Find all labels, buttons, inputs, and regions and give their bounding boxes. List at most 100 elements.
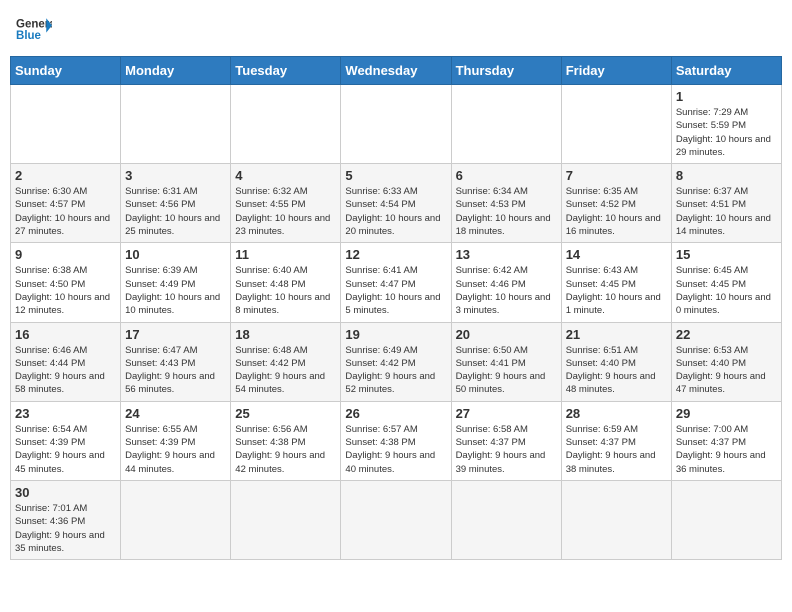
day-number: 25 bbox=[235, 406, 336, 421]
calendar-cell: 5 Sunrise: 6:33 AM Sunset: 4:54 PM Daylig… bbox=[341, 164, 451, 243]
calendar-cell: 17 Sunrise: 6:47 AM Sunset: 4:43 PM Dayli… bbox=[121, 322, 231, 401]
day-info: Sunrise: 6:32 AM Sunset: 4:55 PM Dayligh… bbox=[235, 185, 336, 238]
day-number: 7 bbox=[566, 168, 667, 183]
day-number: 20 bbox=[456, 327, 557, 342]
day-info: Sunrise: 6:48 AM Sunset: 4:42 PM Dayligh… bbox=[235, 344, 336, 397]
day-info: Sunrise: 6:33 AM Sunset: 4:54 PM Dayligh… bbox=[345, 185, 446, 238]
day-number: 27 bbox=[456, 406, 557, 421]
calendar-cell: 14 Sunrise: 6:43 AM Sunset: 4:45 PM Dayli… bbox=[561, 243, 671, 322]
day-number: 14 bbox=[566, 247, 667, 262]
header: General Blue bbox=[10, 10, 782, 48]
calendar-week-4: 16Sunrise: 6:46 AM Sunset: 4:44 PM Dayli… bbox=[11, 322, 782, 401]
calendar-week-1: 1 Sunrise: 7:29 AM Sunset: 5:59 PM Daylig… bbox=[11, 85, 782, 164]
calendar: SundayMondayTuesdayWednesdayThursdayFrid… bbox=[10, 56, 782, 560]
calendar-week-5: 23Sunrise: 6:54 AM Sunset: 4:39 PM Dayli… bbox=[11, 401, 782, 480]
calendar-cell bbox=[341, 85, 451, 164]
day-info: Sunrise: 7:29 AM Sunset: 5:59 PM Dayligh… bbox=[676, 106, 777, 159]
day-number: 9 bbox=[15, 247, 116, 262]
day-info: Sunrise: 6:39 AM Sunset: 4:49 PM Dayligh… bbox=[125, 264, 226, 317]
calendar-cell: 7 Sunrise: 6:35 AM Sunset: 4:52 PM Daylig… bbox=[561, 164, 671, 243]
calendar-cell bbox=[121, 85, 231, 164]
day-number: 5 bbox=[345, 168, 446, 183]
day-number: 29 bbox=[676, 406, 777, 421]
day-info: Sunrise: 6:56 AM Sunset: 4:38 PM Dayligh… bbox=[235, 423, 336, 476]
calendar-cell: 21 Sunrise: 6:51 AM Sunset: 4:40 PM Dayli… bbox=[561, 322, 671, 401]
calendar-cell: 12Sunrise: 6:41 AM Sunset: 4:47 PM Dayli… bbox=[341, 243, 451, 322]
day-number: 26 bbox=[345, 406, 446, 421]
day-number: 18 bbox=[235, 327, 336, 342]
day-header-tuesday: Tuesday bbox=[231, 57, 341, 85]
day-number: 10 bbox=[125, 247, 226, 262]
day-number: 21 bbox=[566, 327, 667, 342]
calendar-cell bbox=[231, 480, 341, 559]
day-number: 28 bbox=[566, 406, 667, 421]
day-info: Sunrise: 7:00 AM Sunset: 4:37 PM Dayligh… bbox=[676, 423, 777, 476]
calendar-cell bbox=[121, 480, 231, 559]
day-header-sunday: Sunday bbox=[11, 57, 121, 85]
day-info: Sunrise: 6:50 AM Sunset: 4:41 PM Dayligh… bbox=[456, 344, 557, 397]
calendar-cell: 4 Sunrise: 6:32 AM Sunset: 4:55 PM Daylig… bbox=[231, 164, 341, 243]
day-info: Sunrise: 6:51 AM Sunset: 4:40 PM Dayligh… bbox=[566, 344, 667, 397]
calendar-cell: 18 Sunrise: 6:48 AM Sunset: 4:42 PM Dayli… bbox=[231, 322, 341, 401]
day-number: 17 bbox=[125, 327, 226, 342]
calendar-week-2: 2 Sunrise: 6:30 AM Sunset: 4:57 PM Daylig… bbox=[11, 164, 782, 243]
calendar-cell bbox=[451, 480, 561, 559]
day-info: Sunrise: 6:53 AM Sunset: 4:40 PM Dayligh… bbox=[676, 344, 777, 397]
day-info: Sunrise: 6:47 AM Sunset: 4:43 PM Dayligh… bbox=[125, 344, 226, 397]
day-number: 2 bbox=[15, 168, 116, 183]
calendar-cell: 28 Sunrise: 6:59 AM Sunset: 4:37 PM Dayli… bbox=[561, 401, 671, 480]
calendar-cell bbox=[561, 480, 671, 559]
calendar-cell: 2 Sunrise: 6:30 AM Sunset: 4:57 PM Daylig… bbox=[11, 164, 121, 243]
day-info: Sunrise: 6:38 AM Sunset: 4:50 PM Dayligh… bbox=[15, 264, 116, 317]
day-info: Sunrise: 6:46 AM Sunset: 4:44 PM Dayligh… bbox=[15, 344, 116, 397]
day-info: Sunrise: 6:54 AM Sunset: 4:39 PM Dayligh… bbox=[15, 423, 116, 476]
calendar-cell: 11 Sunrise: 6:40 AM Sunset: 4:48 PM Dayli… bbox=[231, 243, 341, 322]
day-info: Sunrise: 6:30 AM Sunset: 4:57 PM Dayligh… bbox=[15, 185, 116, 238]
day-info: Sunrise: 6:40 AM Sunset: 4:48 PM Dayligh… bbox=[235, 264, 336, 317]
calendar-cell bbox=[231, 85, 341, 164]
calendar-cell: 23Sunrise: 6:54 AM Sunset: 4:39 PM Dayli… bbox=[11, 401, 121, 480]
day-header-wednesday: Wednesday bbox=[341, 57, 451, 85]
day-info: Sunrise: 6:45 AM Sunset: 4:45 PM Dayligh… bbox=[676, 264, 777, 317]
day-number: 22 bbox=[676, 327, 777, 342]
day-header-friday: Friday bbox=[561, 57, 671, 85]
calendar-cell bbox=[561, 85, 671, 164]
day-number: 24 bbox=[125, 406, 226, 421]
day-number: 30 bbox=[15, 485, 116, 500]
calendar-cell: 29 Sunrise: 7:00 AM Sunset: 4:37 PM Dayli… bbox=[671, 401, 781, 480]
calendar-cell: 13Sunrise: 6:42 AM Sunset: 4:46 PM Dayli… bbox=[451, 243, 561, 322]
calendar-cell: 25 Sunrise: 6:56 AM Sunset: 4:38 PM Dayli… bbox=[231, 401, 341, 480]
calendar-cell: 19Sunrise: 6:49 AM Sunset: 4:42 PM Dayli… bbox=[341, 322, 451, 401]
day-number: 8 bbox=[676, 168, 777, 183]
logo-icon: General Blue bbox=[16, 14, 52, 44]
day-number: 1 bbox=[676, 89, 777, 104]
day-info: Sunrise: 6:58 AM Sunset: 4:37 PM Dayligh… bbox=[456, 423, 557, 476]
calendar-cell: 24 Sunrise: 6:55 AM Sunset: 4:39 PM Dayli… bbox=[121, 401, 231, 480]
day-info: Sunrise: 6:59 AM Sunset: 4:37 PM Dayligh… bbox=[566, 423, 667, 476]
day-info: Sunrise: 6:31 AM Sunset: 4:56 PM Dayligh… bbox=[125, 185, 226, 238]
calendar-cell: 26 Sunrise: 6:57 AM Sunset: 4:38 PM Dayli… bbox=[341, 401, 451, 480]
day-info: Sunrise: 6:35 AM Sunset: 4:52 PM Dayligh… bbox=[566, 185, 667, 238]
day-info: Sunrise: 6:34 AM Sunset: 4:53 PM Dayligh… bbox=[456, 185, 557, 238]
svg-text:Blue: Blue bbox=[16, 30, 42, 42]
day-number: 4 bbox=[235, 168, 336, 183]
day-info: Sunrise: 7:01 AM Sunset: 4:36 PM Dayligh… bbox=[15, 502, 116, 555]
calendar-cell: 3 Sunrise: 6:31 AM Sunset: 4:56 PM Daylig… bbox=[121, 164, 231, 243]
calendar-cell: 1 Sunrise: 7:29 AM Sunset: 5:59 PM Daylig… bbox=[671, 85, 781, 164]
calendar-cell: 6Sunrise: 6:34 AM Sunset: 4:53 PM Daylig… bbox=[451, 164, 561, 243]
day-info: Sunrise: 6:57 AM Sunset: 4:38 PM Dayligh… bbox=[345, 423, 446, 476]
day-info: Sunrise: 6:55 AM Sunset: 4:39 PM Dayligh… bbox=[125, 423, 226, 476]
day-number: 19 bbox=[345, 327, 446, 342]
day-header-saturday: Saturday bbox=[671, 57, 781, 85]
calendar-cell: 15Sunrise: 6:45 AM Sunset: 4:45 PM Dayli… bbox=[671, 243, 781, 322]
calendar-cell: 9 Sunrise: 6:38 AM Sunset: 4:50 PM Daylig… bbox=[11, 243, 121, 322]
calendar-cell bbox=[451, 85, 561, 164]
calendar-header-row: SundayMondayTuesdayWednesdayThursdayFrid… bbox=[11, 57, 782, 85]
calendar-week-3: 9 Sunrise: 6:38 AM Sunset: 4:50 PM Daylig… bbox=[11, 243, 782, 322]
day-info: Sunrise: 6:43 AM Sunset: 4:45 PM Dayligh… bbox=[566, 264, 667, 317]
day-header-monday: Monday bbox=[121, 57, 231, 85]
day-number: 3 bbox=[125, 168, 226, 183]
day-number: 11 bbox=[235, 247, 336, 262]
calendar-cell: 8Sunrise: 6:37 AM Sunset: 4:51 PM Daylig… bbox=[671, 164, 781, 243]
day-info: Sunrise: 6:41 AM Sunset: 4:47 PM Dayligh… bbox=[345, 264, 446, 317]
